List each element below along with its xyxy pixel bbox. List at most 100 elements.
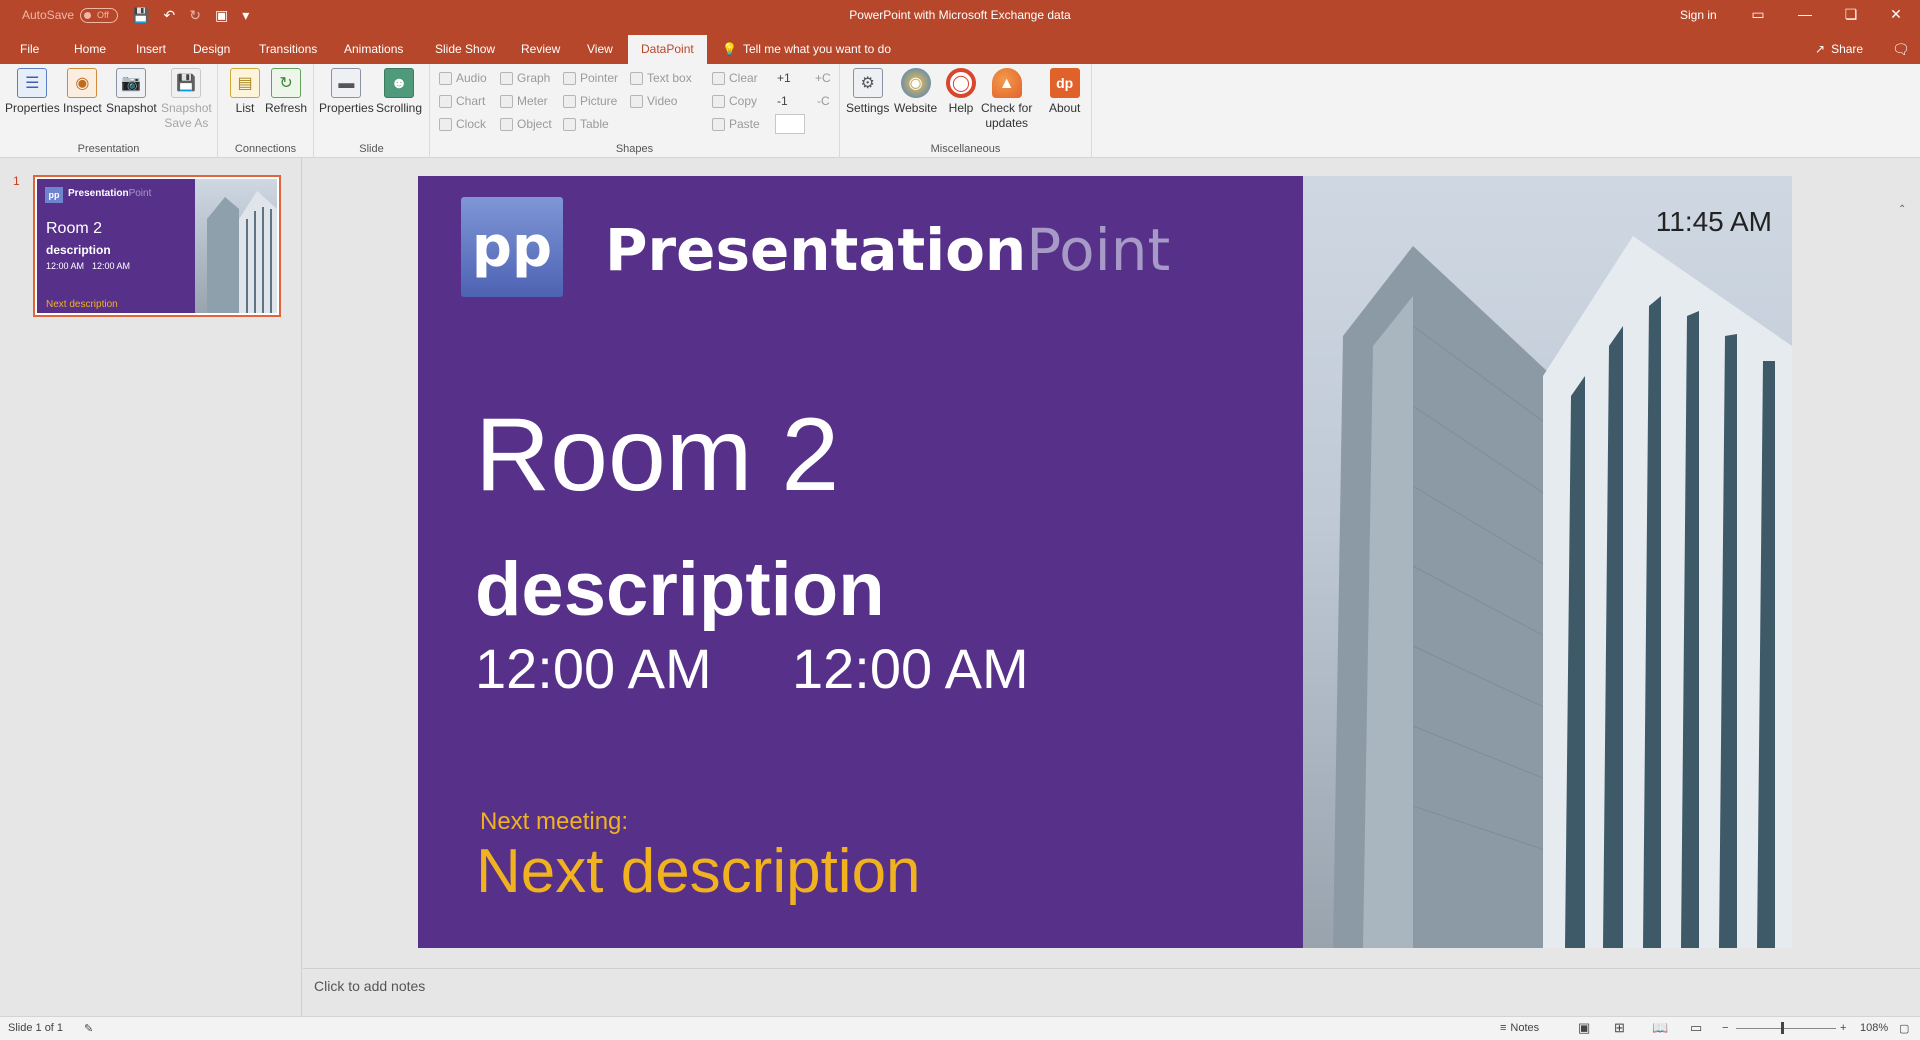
normal-view-icon[interactable]: ▣ bbox=[1578, 1020, 1590, 1036]
clear-button[interactable]: Clear bbox=[712, 71, 758, 85]
tab-datapoint[interactable]: DataPoint bbox=[628, 35, 707, 64]
website-button[interactable]: ◉ Website bbox=[894, 68, 937, 116]
help-button[interactable]: ◯ Help bbox=[946, 68, 976, 116]
thumbnail-brand-light: Point bbox=[128, 188, 152, 199]
thumbnail-description: description bbox=[46, 243, 111, 257]
list-button[interactable]: ▤ List bbox=[230, 68, 260, 116]
pointer-label: Pointer bbox=[580, 71, 619, 85]
plus-one-button[interactable]: +1 bbox=[777, 71, 791, 85]
pointer-button[interactable]: Pointer bbox=[563, 71, 618, 85]
picture-button[interactable]: Picture bbox=[563, 94, 617, 108]
slide-properties-button[interactable]: ▬ Properties bbox=[319, 68, 374, 116]
meeting-description[interactable]: description bbox=[475, 546, 885, 633]
zoom-slider-thumb[interactable] bbox=[1781, 1022, 1784, 1034]
shapes-group-label: Shapes bbox=[615, 143, 654, 155]
meeting-start-time[interactable]: 12:00 AM bbox=[475, 636, 712, 701]
text-box-icon bbox=[630, 71, 643, 85]
zoom-level[interactable]: 108% bbox=[1860, 1022, 1888, 1034]
next-meeting-description[interactable]: Next description bbox=[476, 836, 921, 907]
audio-button[interactable]: Audio bbox=[439, 71, 487, 85]
minus-c-button[interactable]: -C bbox=[817, 94, 830, 108]
slide-thumbnail[interactable]: pp PresentationPoint Room 2 description … bbox=[33, 175, 281, 317]
inspect-button[interactable]: ◉ Inspect bbox=[63, 68, 102, 116]
restore-icon[interactable]: ❏ bbox=[1841, 6, 1861, 23]
copy-button[interactable]: Copy bbox=[712, 94, 757, 108]
building-photo[interactable]: 11:45 AM bbox=[1303, 176, 1792, 948]
refresh-label: Refresh bbox=[265, 101, 308, 115]
snapshot-save-icon: 💾 bbox=[171, 68, 202, 98]
share-icon: ↗ bbox=[1815, 42, 1826, 56]
about-button[interactable]: dp About bbox=[1049, 68, 1080, 116]
notes-toggle-button[interactable]: ≡ Notes bbox=[1500, 1022, 1539, 1034]
reading-view-icon[interactable]: 📖 bbox=[1652, 1020, 1668, 1036]
settings-button[interactable]: ⚙ Settings bbox=[846, 68, 889, 116]
graph-button[interactable]: Graph bbox=[500, 71, 550, 85]
paste-icon bbox=[712, 117, 725, 131]
thumbnail-content: pp PresentationPoint Room 2 description … bbox=[37, 179, 277, 313]
tab-design[interactable]: Design bbox=[193, 42, 230, 56]
table-button[interactable]: Table bbox=[563, 117, 609, 131]
video-button[interactable]: Video bbox=[630, 94, 677, 108]
tab-review[interactable]: Review bbox=[521, 42, 560, 56]
close-icon[interactable]: ✕ bbox=[1886, 6, 1906, 23]
tab-animations[interactable]: Animations bbox=[344, 42, 403, 56]
slide-sorter-icon[interactable]: ⊞ bbox=[1614, 1020, 1625, 1036]
clock-time[interactable]: 11:45 AM bbox=[1656, 206, 1772, 238]
status-bar: Slide 1 of 1 ✎ ≡ Notes ▣ ⊞ 📖 ▭ − + 108% … bbox=[0, 1016, 1920, 1040]
text-box-button[interactable]: Text box bbox=[630, 71, 692, 85]
settings-label: Settings bbox=[846, 101, 890, 115]
notes-placeholder[interactable]: Click to add notes bbox=[314, 978, 425, 994]
tell-me-search[interactable]: 💡 Tell me what you want to do bbox=[722, 42, 891, 56]
check-for-updates-button[interactable]: ▲ Check for updates bbox=[981, 68, 1032, 131]
refresh-button[interactable]: ↻ Refresh bbox=[265, 68, 307, 116]
sign-in-link[interactable]: Sign in bbox=[1680, 8, 1717, 22]
video-icon bbox=[630, 94, 643, 108]
picture-label: Picture bbox=[580, 94, 618, 108]
notes-pane[interactable]: Click to add notes bbox=[303, 968, 1920, 1016]
thumbnail-room: Room 2 bbox=[46, 220, 103, 237]
meter-button[interactable]: Meter bbox=[500, 94, 548, 108]
slide-canvas[interactable]: pp PresentationPoint Room 2 description … bbox=[418, 176, 1792, 948]
misc-group-label: Miscellaneous bbox=[930, 143, 1001, 155]
snapshot-save-label-2: Save As bbox=[164, 116, 209, 130]
check-for-label: Check for bbox=[981, 101, 1033, 115]
connections-group-label: Connections bbox=[234, 143, 297, 155]
plus-c-button[interactable]: +C bbox=[815, 71, 831, 85]
clock-button[interactable]: Clock bbox=[439, 117, 486, 131]
room-name[interactable]: Room 2 bbox=[475, 396, 839, 515]
thumbnail-building-image bbox=[195, 179, 277, 313]
presentation-properties-button[interactable]: ☰ Properties bbox=[5, 68, 60, 116]
zoom-slider-track[interactable] bbox=[1736, 1028, 1836, 1029]
comments-icon[interactable]: 🗨 bbox=[1892, 41, 1910, 58]
brand-light: Point bbox=[1026, 216, 1171, 284]
meeting-end-time[interactable]: 12:00 AM bbox=[792, 636, 1029, 701]
tab-slide-show[interactable]: Slide Show bbox=[435, 42, 495, 56]
tab-view[interactable]: View bbox=[587, 42, 613, 56]
collapse-ribbon-icon[interactable]: ⌃ bbox=[1898, 204, 1906, 215]
ribbon-display-options-icon[interactable]: ▭ bbox=[1748, 6, 1768, 23]
next-meeting-label[interactable]: Next meeting: bbox=[480, 808, 628, 836]
accessibility-icon[interactable]: ✎ bbox=[84, 1022, 93, 1035]
zoom-in-icon[interactable]: + bbox=[1840, 1022, 1846, 1034]
paste-button[interactable]: Paste bbox=[712, 117, 760, 131]
minimize-icon[interactable]: — bbox=[1795, 6, 1815, 22]
chart-icon bbox=[439, 94, 452, 108]
value-input[interactable] bbox=[775, 114, 805, 134]
help-label: Help bbox=[948, 101, 974, 115]
snapshot-save-as-button[interactable]: 💾 Snapshot Save As bbox=[161, 68, 212, 131]
tab-transitions[interactable]: Transitions bbox=[259, 42, 317, 56]
thumbnail-brand: PresentationPoint bbox=[68, 188, 151, 199]
chart-button[interactable]: Chart bbox=[439, 94, 485, 108]
slide-show-icon[interactable]: ▭ bbox=[1690, 1020, 1702, 1036]
fit-to-window-icon[interactable]: ▢ bbox=[1899, 1022, 1909, 1035]
share-button[interactable]: ↗ Share bbox=[1815, 42, 1863, 56]
scrolling-button[interactable]: ☻ Scrolling bbox=[376, 68, 422, 116]
minus-one-button[interactable]: -1 bbox=[777, 94, 788, 108]
meter-label: Meter bbox=[517, 94, 548, 108]
tab-home[interactable]: Home bbox=[74, 42, 106, 56]
zoom-out-icon[interactable]: − bbox=[1722, 1022, 1728, 1034]
tab-insert[interactable]: Insert bbox=[136, 42, 166, 56]
object-button[interactable]: Object bbox=[500, 117, 552, 131]
tab-file[interactable]: File bbox=[20, 42, 39, 56]
snapshot-button[interactable]: 📷 Snapshot bbox=[106, 68, 157, 116]
